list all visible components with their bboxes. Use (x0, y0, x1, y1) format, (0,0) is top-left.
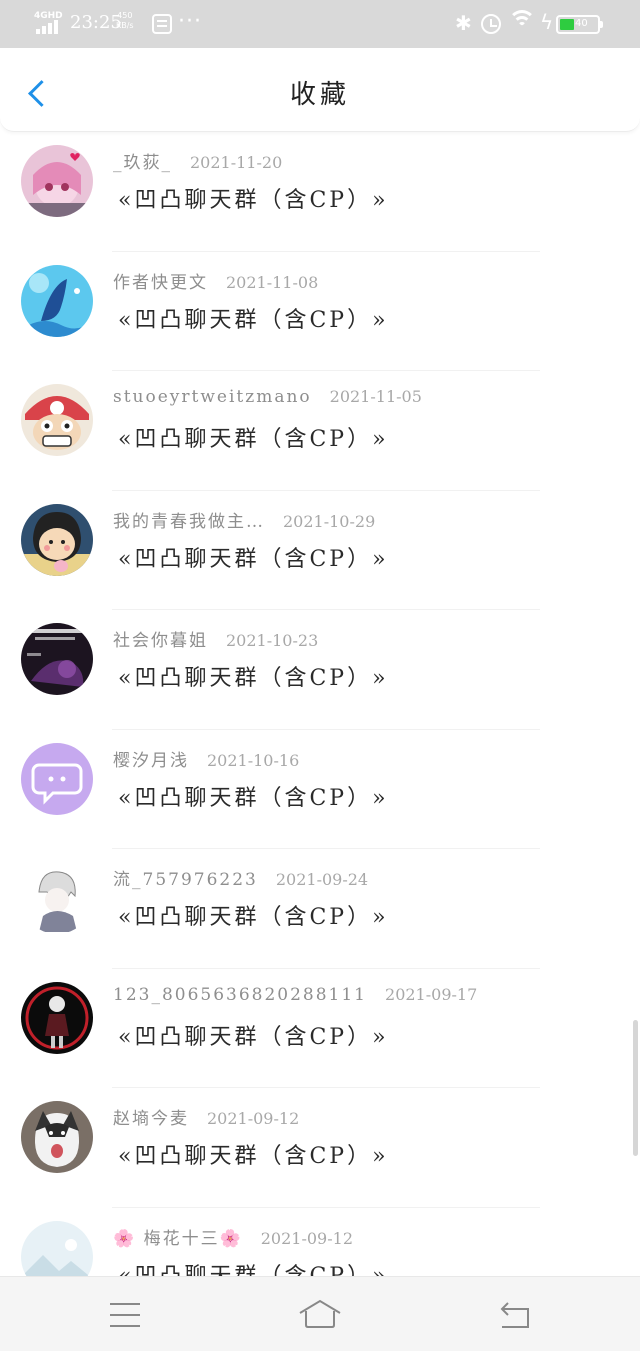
avatar[interactable] (21, 862, 93, 934)
author-name: 流_757976223 (113, 870, 258, 890)
more-notifications-icon: ··· (178, 9, 202, 34)
wifi-icon (508, 8, 536, 36)
avatar[interactable] (21, 1101, 93, 1173)
date: 2021-09-12 (207, 1109, 300, 1128)
story-title[interactable]: «凹凸聊天群（含CP）» (118, 780, 389, 812)
clock: 23:25 (70, 12, 122, 33)
list-item[interactable]: _玖荻_ 2021-11-20 «凹凸聊天群（含CP）» (0, 132, 640, 252)
author-name: 赵墒今麦 (113, 1109, 189, 1129)
network-speed: 450 KB/s (116, 11, 134, 31)
author-name: _玖荻_ (113, 153, 172, 173)
date: 2021-11-05 (329, 387, 422, 406)
date: 2021-09-17 (385, 984, 478, 1004)
avatar[interactable] (21, 264, 93, 337)
speed-value: 450 (117, 11, 133, 20)
author-name: 🌸 梅花十三🌸 (113, 1228, 243, 1249)
signal-icon (36, 20, 62, 34)
battery-fill (560, 19, 574, 30)
alarm-icon (481, 14, 501, 34)
list-item[interactable]: 流_757976223 2021-09-24 «凹凸聊天群（含CP）» (0, 849, 640, 969)
page-title: 收藏 (289, 80, 350, 110)
battery-icon: 40 (556, 15, 603, 34)
story-title[interactable]: «凹凸聊天群（含CP）» (118, 1258, 389, 1277)
avatar[interactable] (21, 1220, 93, 1276)
list-item[interactable]: 🌸 梅花十三🌸 2021-09-12 «凹凸聊天群（含CP）» (0, 1208, 640, 1277)
author-name: 社会你暮姐 (113, 631, 208, 651)
date: 2021-11-20 (190, 153, 283, 172)
menu-icon[interactable] (110, 1303, 140, 1327)
story-title[interactable]: «凹凸聊天群（含CP）» (118, 182, 389, 214)
story-title[interactable]: «凹凸聊天群（含CP）» (118, 660, 389, 692)
avatar[interactable] (21, 503, 93, 576)
status-bar: 4GHD 23:25 450 KB/s ··· ✱ ϟ 40 (0, 0, 640, 48)
date: 2021-11-08 (226, 272, 319, 292)
list-item[interactable]: stuoeyrtweitzmano 2021-11-05 «凹凸聊天群（含CP）» (0, 371, 640, 491)
header: 收藏 (0, 48, 640, 132)
author-name: stuoeyrtweitzmano (113, 387, 312, 407)
date: 2021-09-12 (260, 1228, 353, 1248)
story-title[interactable]: «凹凸聊天群（含CP）» (118, 421, 389, 453)
author-name: 我的青春我做主… (113, 511, 265, 532)
avatar[interactable] (21, 742, 93, 815)
list-item[interactable]: 我的青春我做主… 2021-10-29 «凹凸聊天群（含CP）» (0, 491, 640, 611)
avatar[interactable] (21, 384, 93, 456)
avatar[interactable] (21, 145, 93, 217)
list-item[interactable]: 作者快更文 2021-11-08 «凹凸聊天群（含CP）» (0, 252, 640, 372)
list-item[interactable]: 123_806563682028811​1 2021-09-17 «凹凸聊天群（含… (0, 969, 640, 1089)
story-title[interactable]: «凹凸聊天群（含CP）» (118, 1138, 389, 1170)
charging-icon: ϟ (540, 10, 554, 34)
message-icon (152, 14, 172, 34)
back-icon[interactable] (496, 1301, 532, 1329)
speed-unit: KB/s (116, 21, 134, 30)
story-title[interactable]: «凹凸聊天群（含CP）» (118, 302, 389, 334)
date: 2021-10-29 (283, 511, 376, 531)
home-icon[interactable] (298, 1299, 342, 1329)
list-item[interactable]: 樱汐月浅 2021-10-16 «凹凸聊天群（含CP）» (0, 730, 640, 850)
system-nav-bar (0, 1276, 640, 1351)
story-title[interactable]: «凹凸聊天群（含CP）» (118, 899, 389, 931)
author-name: 123_806563682028811​1 (113, 984, 368, 1005)
favorites-list[interactable]: _玖荻_ 2021-11-20 «凹凸聊天群（含CP）» 作者快更文 2021-11… (0, 132, 640, 1276)
list-item[interactable]: 赵墒今麦 2021-09-12 «凹凸聊天群（含CP）» (0, 1088, 640, 1208)
date: 2021-10-16 (207, 750, 300, 770)
battery-level: 40 (575, 18, 588, 29)
bluetooth-icon: ✱ (455, 11, 472, 35)
story-title[interactable]: «凹凸聊天群（含CP）» (118, 541, 389, 573)
date: 2021-09-24 (275, 870, 369, 889)
scrollbar[interactable] (633, 1020, 638, 1156)
avatar[interactable] (21, 623, 93, 695)
author-name: 作者快更文 (113, 272, 208, 293)
date: 2021-10-23 (226, 631, 319, 650)
author-name: 樱汐月浅 (113, 750, 189, 771)
avatar[interactable] (21, 981, 93, 1054)
list-item[interactable]: 社会你暮姐 2021-10-23 «凹凸聊天群（含CP）» (0, 610, 640, 730)
story-title[interactable]: «凹凸聊天群（含CP）» (118, 1019, 389, 1051)
